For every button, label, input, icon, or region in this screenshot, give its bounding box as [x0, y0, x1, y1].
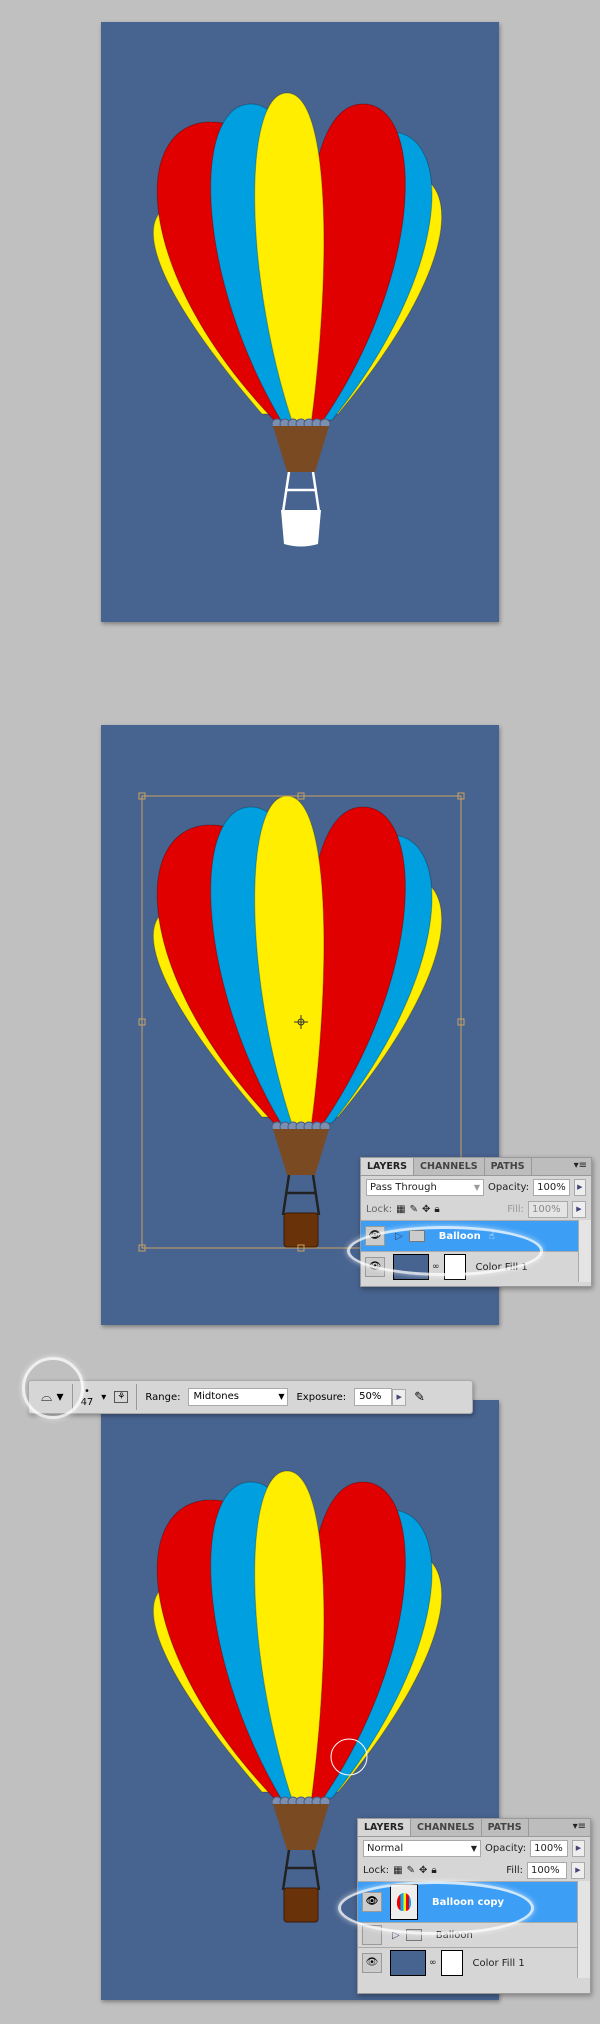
link-icon: ∞ — [429, 1958, 437, 1968]
visibility-eye-icon[interactable]: 👁︎ — [362, 1953, 382, 1973]
tab-layers[interactable]: LAYERS — [358, 1819, 412, 1836]
exposure-input[interactable]: 50% — [354, 1388, 393, 1406]
range-value: Midtones — [193, 1391, 239, 1402]
layer-name: Color Fill 1 — [472, 1957, 525, 1969]
brush-size: 47 — [80, 1397, 94, 1408]
lock-brush-icon[interactable]: ✎ — [410, 1204, 418, 1215]
lock-transparent-icon[interactable]: ▦ — [396, 1204, 405, 1215]
canvas-1 — [101, 22, 499, 622]
brush-dropdown-icon[interactable]: ▾ — [101, 1392, 106, 1403]
lock-move-icon[interactable]: ✥ — [422, 1204, 430, 1215]
lock-all-icon[interactable]: 🔒︎ — [431, 1865, 436, 1876]
airbrush-icon[interactable]: ✎ — [414, 1390, 425, 1405]
options-bar: ⌓ ▾ • 47 ▾ ⚘ Range: Midtones ▼ Exposure: 5… — [28, 1380, 473, 1414]
layer-color-fill[interactable]: 👁︎ ∞ Color Fill 1 — [358, 1947, 577, 1978]
fill-input[interactable]: 100% — [528, 1200, 568, 1218]
blend-mode-select[interactable]: Normal ▼ — [363, 1839, 481, 1857]
range-label: Range: — [145, 1391, 181, 1403]
opacity-label: Opacity: — [488, 1181, 530, 1193]
highlight-ellipse — [347, 1226, 543, 1276]
reference-point-icon — [294, 1015, 308, 1029]
basket — [281, 510, 321, 547]
exposure-slider-button[interactable]: ▶ — [392, 1388, 407, 1406]
layers-scrollbar[interactable] — [578, 1220, 591, 1282]
fill-label: Fill: — [506, 1864, 523, 1876]
opacity-input[interactable]: 100% — [533, 1178, 570, 1196]
lock-label: Lock: — [366, 1203, 393, 1215]
opacity-label: Opacity: — [485, 1842, 527, 1854]
brush-panel-icon[interactable]: ⚘ — [114, 1391, 129, 1403]
layers-scrollbar[interactable] — [577, 1881, 590, 1978]
fill-slider-button[interactable]: ▶ — [571, 1861, 585, 1879]
opacity-slider-button[interactable]: ▶ — [571, 1839, 585, 1857]
opacity-input[interactable]: 100% — [530, 1839, 568, 1857]
tab-paths[interactable]: PATHS — [482, 1819, 529, 1836]
lock-transparent-icon[interactable]: ▦ — [393, 1865, 402, 1876]
range-select[interactable]: Midtones ▼ — [188, 1388, 289, 1406]
panel-menu-icon[interactable]: ▾≡ — [573, 1821, 586, 1832]
blend-mode-value: Normal — [367, 1842, 404, 1854]
fill-label: Fill: — [507, 1203, 524, 1215]
layers-panel-2: LAYERS CHANNELS PATHS ▾≡ Normal ▼ Opacity… — [338, 1818, 591, 1994]
blend-mode-select[interactable]: Pass Through ▼ — [366, 1178, 484, 1196]
fill-thumbnail — [390, 1950, 426, 1976]
exposure-label: Exposure: — [296, 1391, 347, 1403]
panel-menu-icon[interactable]: ▾≡ — [574, 1160, 587, 1171]
fill-input[interactable]: 100% — [527, 1861, 567, 1879]
highlight-ellipse — [338, 1881, 534, 1935]
highlight-circle — [22, 1357, 84, 1419]
lock-brush-icon[interactable]: ✎ — [407, 1865, 415, 1876]
layers-panel-1: LAYERS CHANNELS PATHS ▾≡ Pass Through ▼ O… — [347, 1157, 592, 1287]
tab-layers[interactable]: LAYERS — [361, 1158, 415, 1175]
blend-mode-value: Pass Through — [370, 1181, 437, 1193]
tab-channels[interactable]: CHANNELS — [411, 1819, 482, 1836]
lock-move-icon[interactable]: ✥ — [419, 1865, 427, 1876]
lock-all-icon[interactable]: 🔒︎ — [434, 1204, 439, 1215]
opacity-slider-button[interactable]: ▶ — [573, 1178, 586, 1196]
fill-slider-button[interactable]: ▶ — [572, 1200, 586, 1218]
tab-channels[interactable]: CHANNELS — [414, 1158, 485, 1175]
balloon-white-basket — [101, 22, 499, 622]
tab-paths[interactable]: PATHS — [485, 1158, 532, 1175]
lock-label: Lock: — [363, 1864, 390, 1876]
mask-thumbnail — [440, 1950, 463, 1976]
